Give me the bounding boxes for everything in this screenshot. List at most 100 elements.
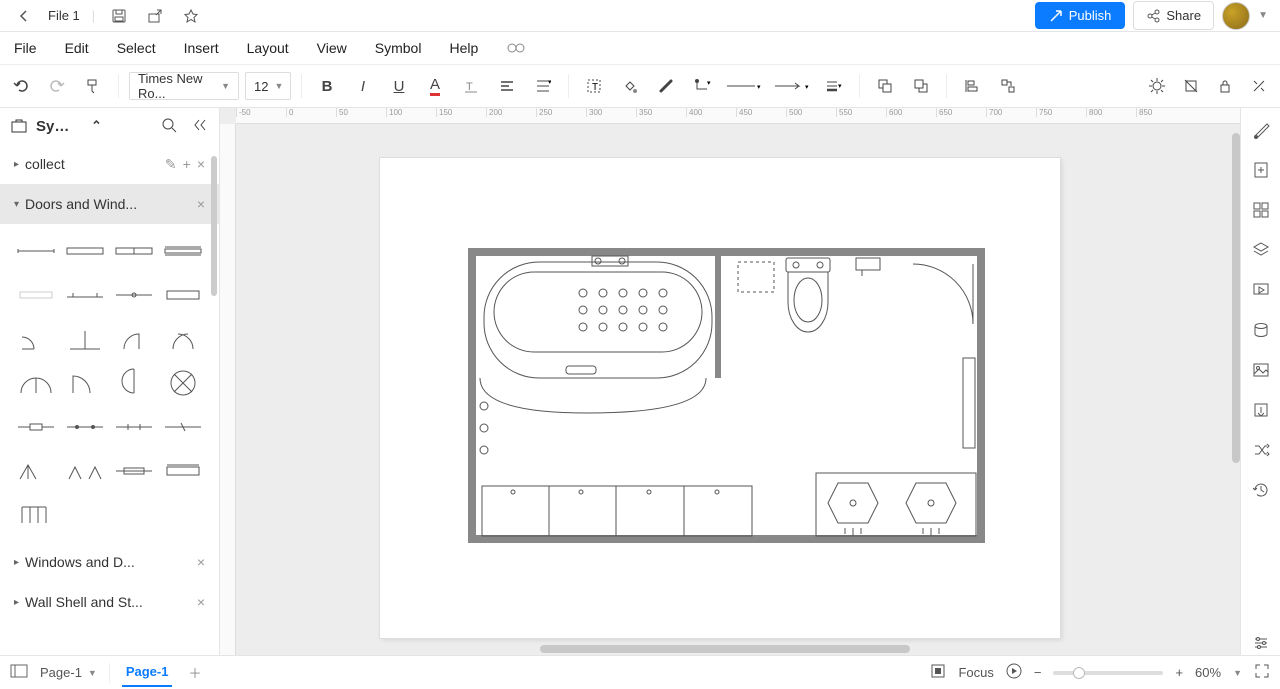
- shape-item[interactable]: [63, 364, 106, 402]
- grid-icon[interactable]: [1249, 198, 1273, 222]
- menu-view[interactable]: View: [317, 40, 347, 56]
- format-painter-icon[interactable]: [78, 71, 108, 101]
- line-style-icon[interactable]: ▾: [723, 71, 765, 101]
- align-icon[interactable]: [492, 71, 522, 101]
- zoom-in-icon[interactable]: +: [1175, 665, 1183, 680]
- connector-icon[interactable]: ▾: [687, 71, 717, 101]
- font-color-icon[interactable]: A: [420, 71, 450, 101]
- floorplan-drawing[interactable]: [468, 248, 985, 543]
- shape-item[interactable]: [162, 452, 205, 490]
- menu-symbol[interactable]: Symbol: [375, 40, 422, 56]
- zoom-out-icon[interactable]: −: [1034, 665, 1042, 680]
- lib-group-wall[interactable]: ▸ Wall Shell and St... ×: [0, 582, 219, 622]
- line-weight-icon[interactable]: ▾: [819, 71, 849, 101]
- shape-item[interactable]: [14, 408, 57, 446]
- image-icon[interactable]: [1249, 358, 1273, 382]
- page-selector[interactable]: Page-1 ▼: [40, 665, 97, 680]
- clear-format-icon[interactable]: T: [456, 71, 486, 101]
- underline-icon[interactable]: U: [384, 71, 414, 101]
- shape-item[interactable]: [14, 276, 57, 314]
- textbox-icon[interactable]: T: [579, 71, 609, 101]
- zoom-value[interactable]: 60%: [1195, 665, 1221, 680]
- data-icon[interactable]: [1249, 318, 1273, 342]
- zoom-slider[interactable]: [1053, 671, 1163, 675]
- undo-icon[interactable]: [6, 71, 36, 101]
- account-dropdown[interactable]: ▼: [1258, 10, 1268, 21]
- shape-item[interactable]: [63, 276, 106, 314]
- search-icon[interactable]: [161, 117, 177, 136]
- export2-icon[interactable]: [1249, 398, 1273, 422]
- shape-item[interactable]: [162, 232, 205, 270]
- play-icon[interactable]: [1006, 663, 1022, 682]
- menu-insert[interactable]: Insert: [184, 40, 219, 56]
- group-icon[interactable]: [993, 71, 1023, 101]
- fill-color-icon[interactable]: [615, 71, 645, 101]
- glasses-icon[interactable]: [506, 40, 526, 57]
- close-icon[interactable]: ×: [197, 156, 205, 173]
- shape-item[interactable]: [162, 408, 205, 446]
- page-layout-icon[interactable]: [10, 664, 28, 681]
- close-icon[interactable]: ×: [197, 594, 205, 610]
- lib-group-doors[interactable]: ▾ Doors and Wind... ×: [0, 184, 219, 224]
- shape-item[interactable]: [63, 408, 106, 446]
- lib-group-collect[interactable]: ▸ collect ✎ + ×: [0, 144, 219, 184]
- presentation-icon[interactable]: [1249, 278, 1273, 302]
- italic-icon[interactable]: I: [348, 71, 378, 101]
- edit-icon[interactable]: ✎: [165, 156, 177, 173]
- shape-item[interactable]: [162, 320, 205, 358]
- history-icon[interactable]: [1249, 478, 1273, 502]
- focus-mode-icon[interactable]: [930, 663, 946, 682]
- font-select[interactable]: Times New Ro...▼: [129, 72, 239, 100]
- menu-edit[interactable]: Edit: [65, 40, 89, 56]
- chevron-up-icon[interactable]: ⌃: [91, 118, 102, 134]
- tab-page-1[interactable]: Page-1: [122, 658, 173, 687]
- file-name[interactable]: File 1: [48, 8, 80, 23]
- shuffle-icon[interactable]: [1249, 438, 1273, 462]
- collapse-icon[interactable]: [193, 117, 209, 136]
- shape-item[interactable]: [162, 276, 205, 314]
- settings-icon[interactable]: [1249, 631, 1273, 655]
- shape-item[interactable]: [14, 364, 57, 402]
- close-icon[interactable]: ×: [197, 554, 205, 570]
- bring-front-icon[interactable]: [870, 71, 900, 101]
- add-page-icon[interactable]: [1249, 158, 1273, 182]
- canvas-v-scrollbar[interactable]: [1232, 133, 1240, 463]
- shape-item[interactable]: [113, 364, 156, 402]
- close-icon[interactable]: ×: [197, 196, 205, 212]
- bold-icon[interactable]: B: [312, 71, 342, 101]
- font-size-select[interactable]: 12▼: [245, 72, 291, 100]
- line-color-icon[interactable]: [651, 71, 681, 101]
- canvas-h-scrollbar[interactable]: [540, 645, 910, 653]
- menu-layout[interactable]: Layout: [247, 40, 289, 56]
- shape-item[interactable]: [14, 232, 57, 270]
- shape-item[interactable]: [63, 452, 106, 490]
- shape-item[interactable]: [113, 320, 156, 358]
- plus-icon[interactable]: +: [183, 156, 191, 173]
- shape-item[interactable]: [113, 276, 156, 314]
- layers-icon[interactable]: [1249, 238, 1273, 262]
- send-back-icon[interactable]: [906, 71, 936, 101]
- canvas[interactable]: -500501001502002503003504004505005506006…: [220, 108, 1240, 655]
- save-icon[interactable]: [107, 4, 131, 28]
- menu-help[interactable]: Help: [449, 40, 478, 56]
- sidebar-scrollbar[interactable]: [211, 156, 217, 296]
- fullscreen-icon[interactable]: [1254, 663, 1270, 682]
- redo-icon[interactable]: [42, 71, 72, 101]
- shape-item[interactable]: [113, 232, 156, 270]
- shape-item[interactable]: [14, 496, 57, 534]
- shape-item[interactable]: [14, 320, 57, 358]
- share-button[interactable]: Share: [1133, 1, 1214, 30]
- star-icon[interactable]: [179, 4, 203, 28]
- shape-item[interactable]: [162, 364, 205, 402]
- arrow-style-icon[interactable]: ▾: [771, 71, 813, 101]
- crop-icon[interactable]: [1176, 71, 1206, 101]
- back-icon[interactable]: [12, 4, 36, 28]
- shape-item[interactable]: [14, 452, 57, 490]
- tools-icon[interactable]: [1244, 71, 1274, 101]
- menu-select[interactable]: Select: [117, 40, 156, 56]
- publish-button[interactable]: Publish: [1035, 2, 1126, 29]
- theme-icon[interactable]: [1249, 118, 1273, 142]
- lib-group-windows[interactable]: ▸ Windows and D... ×: [0, 542, 219, 582]
- shape-item[interactable]: [113, 452, 156, 490]
- shape-item[interactable]: [63, 232, 106, 270]
